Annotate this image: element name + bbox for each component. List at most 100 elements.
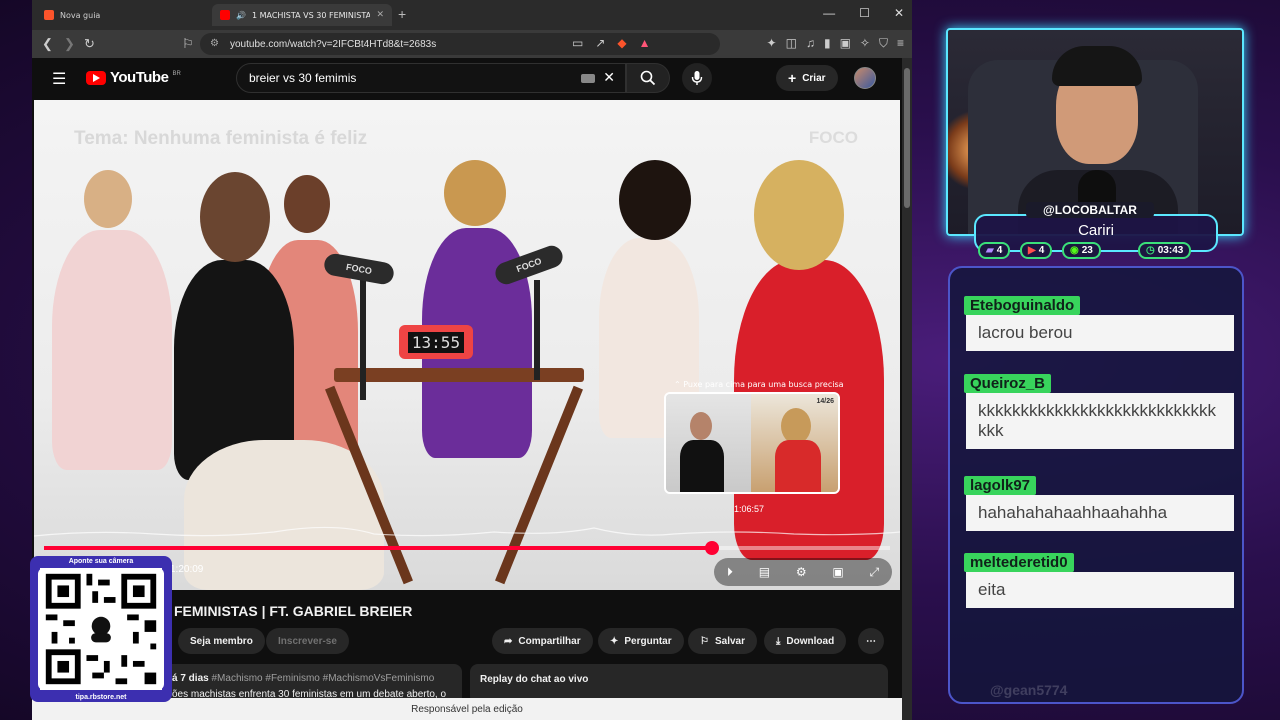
extensions-icon[interactable]: ✦ — [767, 36, 777, 51]
youtube-header: ☰ YouTube BR breier vs 30 femimis ✕ + Cr… — [32, 58, 902, 100]
foco-watermark: FOCO — [808, 128, 858, 147]
chat-text: kkkkkkkkkkkkkkkkkkkkkkkkkkkkkkk — [966, 393, 1234, 449]
keyboard-icon[interactable] — [581, 74, 595, 83]
tab-youtube[interactable]: 🔊 1 MACHISTA VS 30 FEMINISTAS | FT. ✕ — [212, 4, 392, 26]
subscribe-button[interactable]: Inscrever-se — [266, 628, 349, 654]
plus-icon: + — [788, 70, 797, 86]
cast-icon[interactable]: ▭ — [572, 36, 583, 50]
chat-message: Queiroz_B kkkkkkkkkkkkkkkkkkkkkkkkkkkkkk… — [964, 374, 1234, 449]
maximize-button[interactable]: ☐ — [859, 6, 870, 20]
brave-rewards-icon[interactable]: ▲ — [639, 36, 651, 50]
url-text: youtube.com/watch?v=2IFCBt4HTd8&t=2683s — [230, 38, 437, 50]
kick-icon: ◉ — [1070, 245, 1079, 256]
create-label: Criar — [802, 72, 826, 84]
video-title: FEMINISTAS | FT. GABRIEL BREIER — [174, 603, 413, 619]
brave-shields-icon[interactable]: ◆ — [617, 36, 626, 50]
uptime-value: 03:43 — [1157, 245, 1184, 256]
autoplay-toggle-icon[interactable]: ⏵ — [727, 565, 733, 580]
person-head — [84, 170, 132, 228]
wallet-icon[interactable]: ▣ — [840, 36, 851, 51]
ask-label: Perguntar — [624, 635, 672, 647]
vpn-icon[interactable]: ⛉ — [879, 36, 888, 51]
replay-label: Replay do chat ao vivo — [480, 674, 589, 685]
join-button[interactable]: Seja membro — [178, 628, 265, 654]
save-button[interactable]: ⚐ Salvar — [688, 628, 757, 654]
youtube-tab-icon — [220, 10, 230, 20]
subtitles-icon[interactable]: ▤ — [759, 565, 770, 579]
share-icon[interactable]: ↗ — [595, 36, 605, 50]
clear-search-icon[interactable]: ✕ — [603, 69, 615, 86]
scrollbar[interactable] — [902, 58, 912, 720]
heatmap-graph — [34, 526, 900, 537]
chat-overlay: Eteboguinaldo lacrou berou Queiroz_B kkk… — [948, 266, 1244, 704]
man-head — [200, 172, 270, 262]
chat-username: Queiroz_B — [964, 374, 1052, 393]
close-tab-icon[interactable]: ✕ — [376, 10, 384, 20]
music-icon[interactable]: ♫ — [806, 36, 815, 51]
settings-icon[interactable]: ⚙ — [796, 565, 807, 579]
debate-timer: 13:55 — [399, 325, 473, 359]
progress-fill — [44, 546, 713, 550]
hashtags[interactable]: #Machismo #Feminismo #MachismoVsFeminism… — [211, 673, 434, 684]
miniplayer-icon[interactable]: ▣ — [832, 565, 843, 579]
microphone-icon — [691, 71, 703, 85]
person-pink-shirt — [52, 230, 172, 470]
close-window-button[interactable]: ✕ — [894, 6, 904, 20]
browser-toolbar: ❮ ❯ ↻ ⚐ ⚙ youtube.com/watch?v=2IFCBt4HTd… — [32, 30, 912, 58]
voice-search-button[interactable] — [682, 63, 712, 93]
video-player[interactable]: Tema: Nenhuma feminista é feliz FOCO 13:… — [34, 100, 900, 590]
search-query: breier vs 30 femimis — [249, 71, 357, 85]
search-button[interactable] — [626, 63, 670, 93]
subscribe-label: Inscrever-se — [278, 635, 337, 647]
region-code: BR — [172, 70, 181, 77]
scrubber-handle[interactable] — [705, 541, 720, 555]
menu-icon[interactable]: ≡ — [897, 36, 904, 51]
tab-bar: Nova guia 🔊 1 MACHISTA VS 30 FEMINISTAS … — [32, 0, 912, 30]
scrollbar-thumb[interactable] — [904, 68, 910, 208]
screenshot-icon[interactable]: ◫ — [786, 36, 797, 51]
mic-stand — [534, 280, 540, 380]
preview-left — [666, 394, 753, 492]
speaker-icon[interactable]: 🔊 — [236, 11, 246, 20]
streamer-city: Cariri — [1078, 222, 1114, 239]
kick-viewers: ◉ 23 — [1062, 242, 1101, 259]
tab-new[interactable]: Nova guia — [36, 4, 206, 26]
download-button[interactable]: ⤓ Download — [764, 628, 847, 654]
video-topic-text: Tema: Nenhuma feminista é feliz — [74, 128, 368, 149]
fullscreen-icon[interactable]: ⤢ — [869, 565, 879, 580]
share-button[interactable]: ➦ Compartilhar — [492, 628, 593, 654]
twitch-viewers: ▰ 4 — [978, 242, 1011, 259]
tab-title: Nova guia — [60, 10, 101, 20]
bookmark-icon[interactable]: ⚐ — [182, 36, 194, 52]
kick-count: 23 — [1081, 245, 1093, 256]
save-label: Salvar — [714, 635, 745, 647]
minimize-button[interactable]: — — [823, 6, 835, 20]
person-head — [284, 175, 330, 233]
more-actions-button[interactable]: ⋯ — [858, 628, 884, 654]
ask-button[interactable]: ✦ Perguntar — [598, 628, 684, 654]
share-label: Compartilhar — [518, 635, 581, 647]
hamburger-menu-icon[interactable]: ☰ — [52, 69, 66, 89]
sidebar-icon[interactable]: ▮ — [824, 36, 831, 51]
twitch-icon: ▰ — [986, 245, 994, 256]
extension-icons: ✦ ◫ ♫ ▮ ▣ ✧ ⛉ ≡ — [767, 36, 904, 51]
new-tab-button[interactable]: + — [398, 6, 406, 22]
chat-message: Eteboguinaldo lacrou berou — [964, 296, 1234, 351]
join-label: Seja membro — [190, 635, 253, 647]
search-input[interactable]: breier vs 30 femimis ✕ — [236, 63, 626, 93]
reload-button[interactable]: ↻ — [84, 36, 95, 52]
avatar[interactable] — [854, 67, 876, 89]
edit-credit-text: Responsável pela edição — [411, 703, 523, 715]
stream-uptime: ◷ 03:43 — [1138, 242, 1192, 259]
site-info-icon[interactable]: ⚙ — [210, 38, 219, 49]
chat-username: Eteboguinaldo — [964, 296, 1081, 315]
progress-bar[interactable] — [44, 541, 890, 555]
search-icon — [640, 70, 656, 86]
youtube-logo[interactable]: YouTube BR — [86, 69, 181, 86]
back-button[interactable]: ❮ — [42, 36, 53, 52]
leo-icon[interactable]: ✧ — [860, 36, 870, 51]
clock-icon: ◷ — [1146, 245, 1155, 256]
bookmark-icon: ⚐ — [700, 635, 709, 647]
create-button[interactable]: + Criar — [776, 65, 838, 91]
forward-button[interactable]: ❯ — [64, 36, 75, 52]
